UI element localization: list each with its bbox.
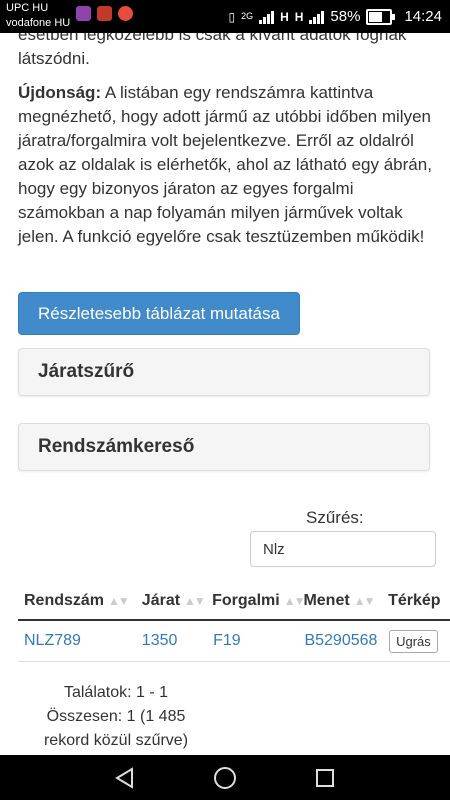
home-icon[interactable] [195,755,255,800]
column-header-menet[interactable]: Menet ▲▼ [303,582,389,621]
sort-icon: ▲▼ [353,593,376,608]
signal-1-icon [259,10,275,24]
vibrate-icon: ▯ [228,9,236,24]
detailed-table-button[interactable]: Részletesebb táblázat mutatása [18,292,300,335]
carrier-secondary: vodafone HU [6,17,71,29]
android-nav-bar [0,755,450,800]
column-header-plate[interactable]: Rendszám ▲▼ [18,582,130,621]
huawei-app-icon [97,6,112,21]
status-bar: UPC HU vodafone HU ▯ 2G H H 58% 14:24 [0,0,450,33]
column-header-forgalmi[interactable]: Forgalmi ▲▼ [212,582,306,621]
plate-search-title: Rendszámkereső [38,436,195,457]
column-header-map: Térkép [388,582,450,621]
news-text: A listában egy rendszámra kattintva megn… [18,83,432,246]
plate-link[interactable]: NLZ789 [24,632,81,649]
route-link[interactable]: 1350 [142,632,178,649]
table-row: NLZ789 1350 F19 B5290568 Ugrás [18,620,450,662]
intro-fragment: esetben legközelebb is csak a kívánt ada… [18,33,407,68]
plate-search-panel[interactable]: Rendszámkereső [18,423,430,471]
results-info: Találatok: 1 - 1 Összesen: 1 (1 485 reko… [26,681,206,753]
status-right: ▯ 2G H H 58% 14:24 [228,0,442,33]
results-line-1: Találatok: 1 - 1 [63,684,169,701]
menet-link[interactable]: B5290568 [304,632,377,649]
forgalmi-link[interactable]: F19 [213,632,241,649]
news-label: Újdonság: [18,83,102,102]
battery-icon [366,8,396,25]
gallery-app-icon [76,6,91,21]
map-jump-button[interactable]: Ugrás [389,629,438,653]
network-2g-label: 2G [241,11,254,21]
news-paragraph: Újdonság: A listában egy rendszámra katt… [18,81,438,249]
back-icon[interactable] [95,755,155,800]
sort-icon: ▲▼ [184,593,206,608]
column-header-route[interactable]: Járat ▲▼ [127,582,213,621]
results-line-2: Összesen: 1 (1 485 [46,708,186,725]
network-h1-label: H [280,9,289,24]
filter-input[interactable] [250,531,436,567]
record-app-icon [118,6,133,21]
route-filter-panel[interactable]: Járatszűrő [18,348,430,396]
page-content: esetben legközelebb is csak a kívánt ada… [0,33,450,755]
carrier-primary: UPC HU [6,2,49,14]
signal-2-icon [309,10,325,24]
results-table: Rendszám ▲▼ Járat ▲▼ Forgalmi ▲▼ Menet ▲▼ Té… [18,582,450,662]
notification-icons [76,6,133,21]
sort-icon: ▲▼ [108,593,130,608]
network-h2-label: H [294,9,304,24]
clock: 14:24 [404,8,442,25]
recents-icon[interactable] [295,755,355,800]
battery-percent: 58% [330,8,361,25]
route-filter-title: Járatszűrő [38,361,135,382]
table-header-row: Rendszám ▲▼ Járat ▲▼ Forgalmi ▲▼ Menet ▲▼ Té… [18,582,450,621]
results-line-3: rekord közül szűrve) [43,732,189,749]
sort-icon: ▲▼ [283,593,306,608]
filter-label: Szűrés: [306,508,364,527]
